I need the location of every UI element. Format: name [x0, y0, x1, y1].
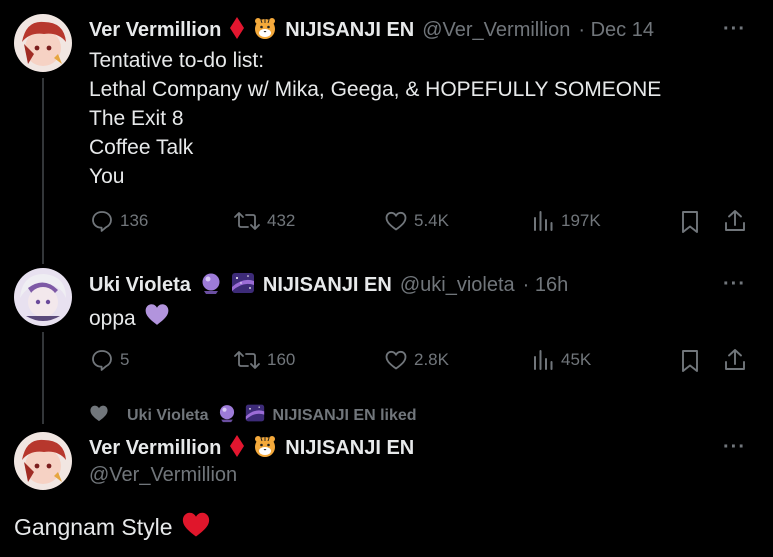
repost-button[interactable]: 160 [233, 348, 295, 372]
tweet-line: Lethal Company w/ Mika, Geega, & HOPEFUL… [89, 78, 662, 101]
purple-heart-icon [144, 302, 170, 334]
reply-count: 136 [120, 211, 149, 230]
thread-line [42, 332, 44, 424]
like-count: 5.4K [414, 211, 449, 230]
tweet-line: Gangnam Style [14, 513, 173, 540]
bookmark-icon [679, 209, 701, 235]
tweet-line: Coffee Talk [89, 136, 194, 159]
views-button[interactable]: 45K [531, 348, 591, 372]
like-icon [384, 209, 408, 233]
repost-count: 160 [267, 350, 296, 369]
handle[interactable]: @uki_violeta [400, 274, 515, 297]
display-name[interactable]: Ver Vermillion [89, 437, 221, 460]
views-icon [531, 348, 555, 372]
tiger-emoji-icon [253, 434, 277, 463]
reply-button[interactable]: 5 [90, 348, 129, 372]
share-icon [722, 208, 748, 234]
galaxy-emoji-icon [245, 403, 265, 428]
display-name[interactable]: Uki Violeta [89, 274, 191, 297]
tweet-text: Tentative to-do list: Lethal Company w/ … [89, 46, 661, 191]
share-button[interactable] [722, 208, 748, 234]
share-icon [722, 347, 748, 373]
diamond-icon [229, 16, 245, 45]
views-icon [531, 209, 555, 233]
diamond-icon [229, 434, 245, 463]
handle[interactable]: @Ver_Vermillion [89, 464, 237, 487]
social-context: Uki Violeta NIJISANJI EN liked [89, 403, 417, 428]
views-count: 197K [561, 211, 601, 230]
bookmark-button[interactable] [679, 348, 701, 374]
like-count: 2.8K [414, 350, 449, 369]
tweet-line: You [89, 165, 125, 188]
repost-icon [233, 348, 261, 372]
avatar[interactable] [14, 14, 72, 72]
tiger-emoji-icon [253, 16, 277, 45]
liked-heart-icon [89, 404, 109, 427]
views-button[interactable]: 197K [531, 209, 601, 233]
tweet-text: oppa [89, 302, 170, 334]
affiliation: NIJISANJI EN [262, 274, 392, 296]
more-options-button[interactable]: ··· [723, 18, 746, 41]
repost-button[interactable]: 432 [233, 209, 295, 233]
timestamp[interactable]: · 16h [523, 274, 569, 297]
tweet-text: Gangnam Style [14, 510, 211, 544]
handle[interactable]: @Ver_Vermillion [422, 19, 570, 42]
red-heart-icon [181, 510, 211, 544]
avatar[interactable] [14, 268, 72, 326]
avatar[interactable] [14, 432, 72, 490]
bookmark-icon [679, 348, 701, 374]
reply-count: 5 [120, 350, 130, 369]
repost-count: 432 [267, 211, 296, 230]
liked-by-name[interactable]: Uki Violeta [127, 407, 209, 425]
more-options-button[interactable]: ··· [723, 436, 746, 459]
bookmark-button[interactable] [679, 209, 701, 235]
crystal-ball-icon [199, 271, 223, 300]
reply-button[interactable]: 136 [90, 209, 148, 233]
crystal-ball-icon [217, 403, 237, 428]
tweet-line: Tentative to-do list: [89, 49, 265, 72]
views-count: 45K [561, 350, 592, 369]
tweet-line: oppa [89, 306, 136, 330]
like-button[interactable]: 2.8K [384, 348, 449, 372]
galaxy-emoji-icon [231, 271, 255, 300]
like-button[interactable]: 5.4K [384, 209, 449, 233]
share-button[interactable] [722, 347, 748, 373]
thread-line [42, 78, 44, 264]
reply-icon [90, 348, 114, 372]
affiliation: NIJISANJI EN [285, 19, 415, 41]
timestamp[interactable]: · Dec 14 [578, 19, 654, 42]
affiliation: NIJISANJI EN [285, 437, 415, 459]
like-icon [384, 348, 408, 372]
more-options-button[interactable]: ··· [723, 273, 746, 296]
tweet-line: The Exit 8 [89, 107, 184, 130]
reply-icon [90, 209, 114, 233]
liked-by-suffix: NIJISANJI EN liked [272, 406, 417, 424]
display-name[interactable]: Ver Vermillion [89, 19, 221, 42]
repost-icon [233, 209, 261, 233]
